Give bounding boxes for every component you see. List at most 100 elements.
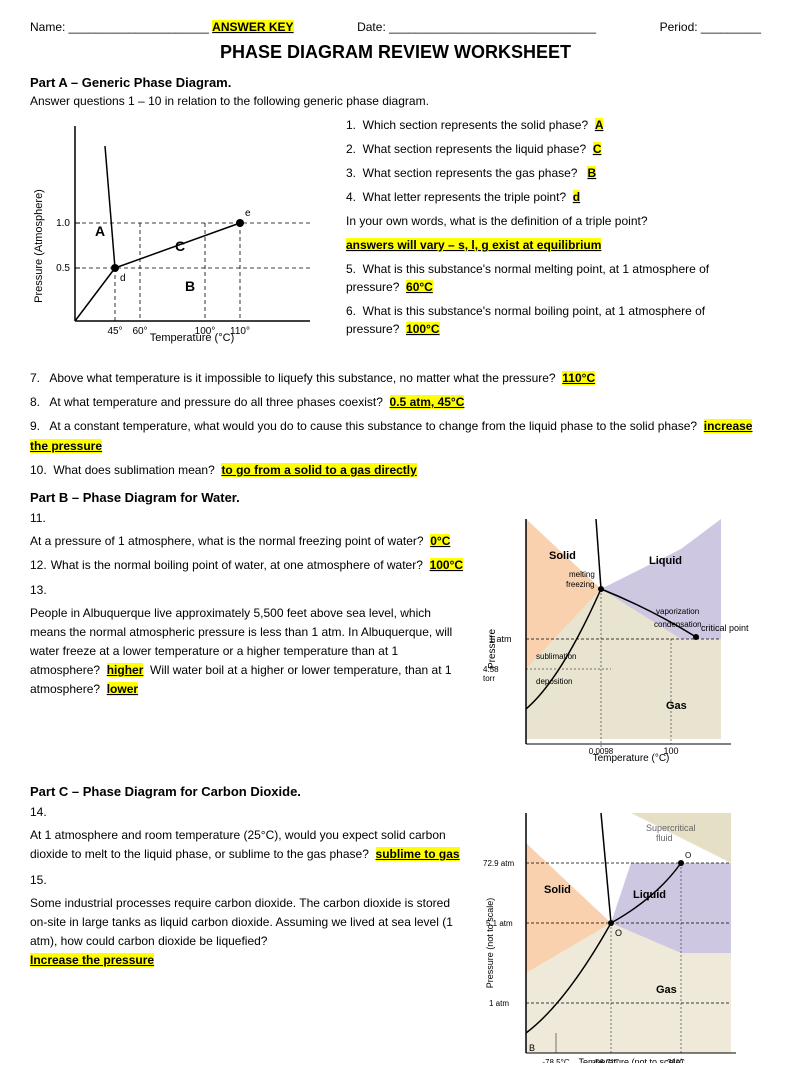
part-a-questions: 1. Which section represents the solid ph…: [346, 116, 761, 359]
q11-num: 11.: [30, 509, 46, 528]
part-c-title: Part C – Phase Diagram for Carbon Dioxid…: [30, 784, 761, 799]
svg-text:Liquid: Liquid: [633, 889, 666, 901]
svg-text:vaporization: vaporization: [656, 607, 699, 616]
svg-text:freezing: freezing: [566, 580, 594, 589]
svg-text:e: e: [245, 208, 251, 219]
q4-answer: d: [573, 190, 580, 204]
svg-text:0.0098: 0.0098: [589, 747, 614, 756]
svg-text:Temperature (°C): Temperature (°C): [150, 332, 234, 344]
period-label: Period: _________: [660, 20, 761, 34]
svg-text:1.0: 1.0: [56, 218, 70, 229]
svg-text:45°: 45°: [107, 326, 122, 337]
q7-answer: 110°C: [562, 371, 595, 385]
svg-text:1 atm: 1 atm: [489, 999, 509, 1008]
header-row: Name: _____________________ ANSWER KEY D…: [30, 20, 761, 34]
q1: 1. Which section represents the solid ph…: [346, 116, 761, 134]
co2-phase-diagram: Supercritical fluid Pressure (not to sca…: [481, 803, 761, 1066]
q-triple-def: In your own words, what is the definitio…: [346, 212, 761, 230]
q11-text: At a pressure of 1 atmosphere, what is t…: [30, 532, 450, 551]
q13-text: People in Albuquerque live approximately…: [30, 604, 465, 700]
generic-phase-diagram: Pressure (Atmosphere) Temperature (°C) 1…: [30, 116, 330, 359]
part-b-title: Part B – Phase Diagram for Water.: [30, 490, 761, 505]
svg-text:60°: 60°: [132, 326, 147, 337]
name-label: Name: _____________________ ANSWER KEY: [30, 20, 294, 34]
q14-text: At 1 atmosphere and room temperature (25…: [30, 826, 465, 864]
q14-num: 14.: [30, 803, 47, 822]
part-a-intro: Answer questions 1 – 10 in relation to t…: [30, 94, 761, 108]
q3-answer: B: [587, 166, 596, 180]
q13-answer1: higher: [107, 663, 144, 677]
q15-text: Some industrial processes require carbon…: [30, 894, 465, 971]
q9-answer: increase the pressure: [30, 419, 752, 452]
q2-answer: C: [593, 142, 602, 156]
svg-text:C: C: [175, 238, 185, 254]
q10-answer: to go from a solid to a gas directly: [221, 463, 416, 477]
svg-text:Gas: Gas: [666, 700, 687, 712]
part-a-container: Pressure (Atmosphere) Temperature (°C) 1…: [30, 116, 761, 359]
svg-text:Pressure (not to scale): Pressure (not to scale): [485, 898, 495, 989]
svg-text:31°C: 31°C: [667, 1058, 685, 1063]
svg-text:4.58: 4.58: [483, 665, 499, 674]
svg-text:100°: 100°: [195, 326, 216, 337]
svg-text:O: O: [685, 851, 691, 860]
svg-text:condensation: condensation: [654, 620, 702, 629]
svg-text:Liquid: Liquid: [649, 555, 682, 567]
q6: 6. What is this substance's normal boili…: [346, 302, 761, 338]
svg-text:Pressure (Atmosphere): Pressure (Atmosphere): [33, 189, 45, 303]
q12-text: What is the normal boiling point of wate…: [51, 556, 463, 575]
q15: 15. Some industrial processes require ca…: [30, 871, 465, 971]
svg-text:d: d: [120, 273, 126, 284]
q13-num: 13.: [30, 581, 47, 600]
q4: 4. What letter represents the triple poi…: [346, 188, 761, 206]
part-a: Part A – Generic Phase Diagram. Answer q…: [30, 75, 761, 480]
q9: 9. At a constant temperature, what would…: [30, 417, 761, 455]
q11-answer: 0°C: [430, 534, 450, 548]
svg-text:deposition: deposition: [536, 677, 572, 686]
svg-text:-78.5°C: -78.5°C: [542, 1058, 569, 1063]
svg-text:B: B: [529, 1043, 535, 1053]
svg-text:torr: torr: [483, 674, 495, 683]
svg-text:100: 100: [663, 746, 678, 756]
q11: 11. At a pressure of 1 atmosphere, what …: [30, 509, 465, 551]
svg-text:B: B: [185, 278, 195, 294]
part-b: Part B – Phase Diagram for Water. 11. At…: [30, 490, 761, 772]
part-b-container: 11. At a pressure of 1 atmosphere, what …: [30, 509, 761, 772]
q5: 5. What is this substance's normal melti…: [346, 260, 761, 296]
page-title: PHASE DIAGRAM REVIEW WORKSHEET: [30, 42, 761, 63]
water-phase-diagram: Pressure Temperature (°C) 1 atm 4.58 tor…: [481, 509, 761, 772]
triple-point-answer: answers will vary – s, l, g exist at equ…: [346, 238, 601, 252]
q10: 10. What does sublimation mean? to go fr…: [30, 461, 761, 480]
svg-text:critical point: critical point: [701, 623, 749, 633]
q14: 14. At 1 atmosphere and room temperature…: [30, 803, 465, 865]
q3: 3. What section represents the gas phase…: [346, 164, 761, 182]
q8-answer: 0.5 atm, 45°C: [390, 395, 465, 409]
part-a-title: Part A – Generic Phase Diagram.: [30, 75, 761, 90]
q6-answer: 100°C: [406, 322, 440, 336]
q12-num: 12.: [30, 556, 47, 575]
answer-key-label: ANSWER KEY: [212, 20, 293, 34]
q14-answer: sublime to gas: [376, 847, 460, 861]
svg-text:5.1 atm: 5.1 atm: [486, 919, 513, 928]
q13-answer2: lower: [107, 682, 138, 696]
q15-num: 15.: [30, 871, 47, 890]
part-c-container: 14. At 1 atmosphere and room temperature…: [30, 803, 761, 1066]
q8: 8. At what temperature and pressure do a…: [30, 393, 761, 412]
svg-text:Solid: Solid: [549, 550, 576, 562]
svg-text:O: O: [615, 928, 622, 938]
q-triple-answer: answers will vary – s, l, g exist at equ…: [346, 236, 761, 254]
svg-text:melting: melting: [569, 570, 595, 579]
q12: 12. What is the normal boiling point of …: [30, 556, 465, 575]
q13: 13. People in Albuquerque live approxima…: [30, 581, 465, 700]
date-label: Date: _______________________________: [357, 20, 596, 34]
q2: 2. What section represents the liquid ph…: [346, 140, 761, 158]
part-c-questions: 14. At 1 atmosphere and room temperature…: [30, 803, 465, 1066]
svg-text:fluid: fluid: [656, 833, 673, 843]
part-b-questions: 11. At a pressure of 1 atmosphere, what …: [30, 509, 465, 772]
svg-text:-56.7°C: -56.7°C: [592, 1058, 619, 1063]
q15-answer: Increase the pressure: [30, 953, 154, 967]
svg-text:sublimation: sublimation: [536, 652, 576, 661]
q1-answer: A: [595, 118, 604, 132]
svg-text:Solid: Solid: [544, 884, 571, 896]
q7: 7. Above what temperature is it impossib…: [30, 369, 761, 388]
svg-text:0.5: 0.5: [56, 263, 70, 274]
